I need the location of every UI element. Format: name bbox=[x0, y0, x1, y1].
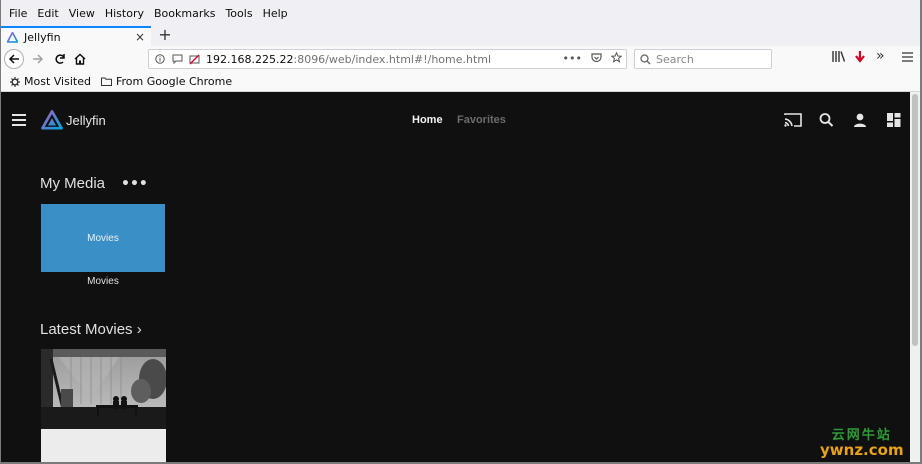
jellyfin-logo-icon bbox=[41, 110, 63, 130]
watermark: 云网牛站 ywnz.com bbox=[820, 424, 904, 459]
tab-strip: Jellyfin × + bbox=[0, 26, 922, 46]
media-library-card-movies[interactable]: Movies bbox=[41, 204, 165, 272]
reload-button[interactable] bbox=[50, 49, 70, 69]
page-scrollbar-thumb[interactable] bbox=[912, 94, 918, 346]
gear-icon bbox=[10, 76, 20, 87]
jellyfin-favicon-icon bbox=[7, 31, 18, 43]
jellyfin-app-name[interactable]: Jellyfin bbox=[66, 113, 106, 128]
menu-history[interactable]: History bbox=[100, 7, 149, 20]
bookmarks-toolbar: Most Visited From Google Chrome bbox=[0, 72, 922, 92]
menubar: File Edit View History Bookmarks Tools H… bbox=[0, 0, 922, 26]
search-placeholder: Search bbox=[656, 52, 694, 66]
movie-poster[interactable] bbox=[41, 349, 166, 462]
reload-icon bbox=[55, 54, 65, 64]
media-card-caption[interactable]: Movies bbox=[41, 276, 165, 287]
more-actions-icon[interactable]: ••• bbox=[563, 52, 582, 65]
window-border-left bbox=[0, 0, 1, 464]
forward-button[interactable] bbox=[28, 49, 48, 69]
tab-home[interactable]: Home bbox=[412, 114, 443, 126]
download-arrow-icon[interactable] bbox=[854, 50, 866, 64]
bookmark-star-icon[interactable] bbox=[611, 52, 622, 63]
url-text: 192.168.225.22:8096/web/index.html#!/hom… bbox=[206, 52, 492, 66]
cast-icon[interactable] bbox=[784, 112, 802, 128]
search-icon bbox=[640, 53, 651, 64]
library-icon[interactable] bbox=[832, 50, 846, 63]
tab-title: Jellyfin bbox=[24, 30, 61, 44]
forward-arrow-icon bbox=[33, 54, 44, 64]
latest-movies-title[interactable]: Latest Movies › bbox=[40, 321, 142, 338]
chat-icon[interactable] bbox=[171, 53, 183, 65]
home-button[interactable] bbox=[70, 49, 90, 69]
user-icon[interactable] bbox=[851, 112, 869, 128]
menu-view[interactable]: View bbox=[64, 7, 100, 20]
folder-icon bbox=[100, 77, 112, 86]
back-arrow-icon bbox=[8, 54, 19, 64]
more-options-icon[interactable]: ••• bbox=[121, 176, 148, 192]
search-icon[interactable] bbox=[818, 112, 836, 128]
hamburger-menu-icon[interactable] bbox=[902, 52, 913, 62]
new-tab-button[interactable]: + bbox=[157, 26, 173, 46]
bookmark-most-visited[interactable]: Most Visited bbox=[10, 75, 91, 88]
movie-poster-image bbox=[41, 349, 166, 462]
my-media-title: My Media bbox=[40, 175, 106, 192]
bookmark-label: Most Visited bbox=[24, 75, 91, 88]
overflow-icon[interactable]: » bbox=[876, 48, 885, 64]
watermark-latin: ywnz.com bbox=[820, 441, 904, 459]
media-card-label: Movies bbox=[87, 232, 119, 244]
blocked-media-icon[interactable] bbox=[188, 53, 200, 65]
home-icon bbox=[74, 53, 86, 65]
menu-bookmarks[interactable]: Bookmarks bbox=[149, 7, 220, 20]
search-box[interactable]: Search bbox=[634, 49, 772, 69]
info-icon[interactable] bbox=[154, 53, 166, 65]
url-bar[interactable]: 192.168.225.22:8096/web/index.html#!/hom… bbox=[148, 49, 627, 69]
menu-tools[interactable]: Tools bbox=[220, 7, 257, 20]
back-button[interactable] bbox=[4, 49, 24, 69]
pocket-icon[interactable] bbox=[591, 52, 602, 63]
menu-edit[interactable]: Edit bbox=[32, 7, 63, 20]
jellyfin-page: Jellyfin Home Favorites My Media ••• Mov… bbox=[1, 92, 910, 462]
navigation-toolbar: 192.168.225.22:8096/web/index.html#!/hom… bbox=[0, 46, 922, 72]
jellyfin-menu-button[interactable] bbox=[12, 114, 26, 126]
dashboard-icon[interactable] bbox=[885, 112, 903, 128]
bookmark-folder-from-google-chrome[interactable]: From Google Chrome bbox=[100, 75, 233, 88]
bookmark-label: From Google Chrome bbox=[115, 75, 233, 88]
tab-favorites[interactable]: Favorites bbox=[457, 114, 506, 126]
menu-file[interactable]: File bbox=[4, 7, 32, 20]
menu-help[interactable]: Help bbox=[258, 7, 293, 20]
browser-tab-jellyfin[interactable]: Jellyfin × bbox=[1, 26, 151, 46]
close-tab-icon[interactable]: × bbox=[135, 30, 145, 44]
